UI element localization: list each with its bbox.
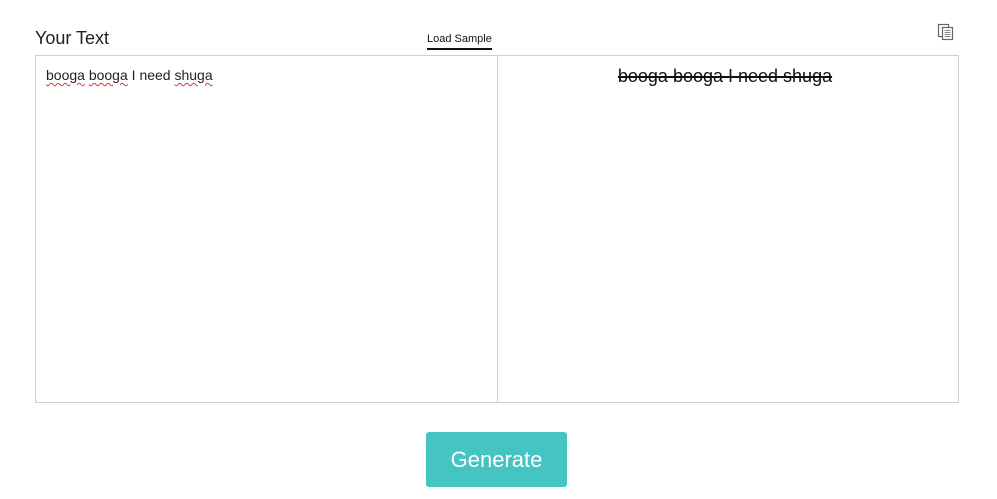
- output-text: booga booga I need shuga: [498, 66, 958, 87]
- input-text: booga booga I need shuga: [46, 67, 213, 83]
- input-word: booga: [88, 67, 128, 83]
- input-word: I: [131, 67, 136, 83]
- your-text-label: Your Text: [35, 28, 110, 48]
- output-strikethrough-text: booga booga I need shuga: [617, 66, 833, 86]
- copy-icon[interactable]: [936, 22, 956, 42]
- copy-icon-graphic: [937, 23, 954, 41]
- input-word: shuga: [174, 67, 213, 83]
- input-word: booga: [46, 67, 85, 83]
- input-textarea[interactable]: booga booga I need shuga: [35, 55, 498, 403]
- text-generator-page: Your Text Load Sample booga booga I need…: [0, 0, 997, 499]
- input-word: need: [139, 67, 171, 83]
- generate-button[interactable]: Generate: [426, 432, 567, 487]
- load-sample-link[interactable]: Load Sample: [427, 33, 492, 50]
- output-panel: booga booga I need shuga: [497, 55, 959, 403]
